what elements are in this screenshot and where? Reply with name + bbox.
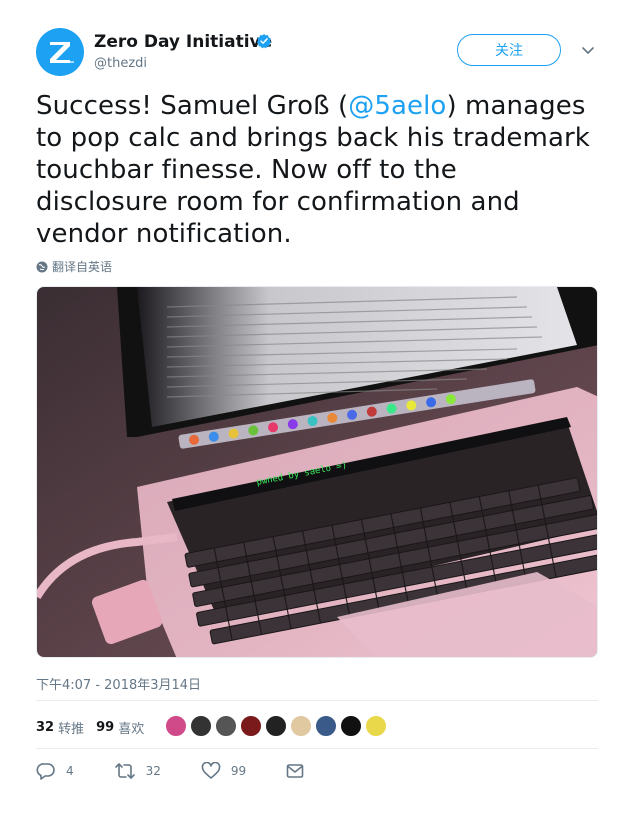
tweet-photo[interactable]: pwned by saelo =) — [36, 286, 598, 658]
chevron-down-icon[interactable] — [580, 42, 596, 58]
tweet-timestamp[interactable]: 下午4:07 - 2018年3月14日 — [36, 674, 201, 693]
translate-label: 翻译自英语 — [52, 260, 113, 274]
follow-button[interactable]: 关注 — [457, 34, 561, 66]
user-handle[interactable]: @thezdi — [94, 56, 147, 71]
liker-avatar[interactable] — [314, 714, 338, 738]
reply-count: 4 — [66, 764, 74, 778]
retweets-count[interactable]: 32 — [36, 720, 54, 735]
liker-avatar[interactable] — [264, 714, 288, 738]
tweet-text-start: Success! Samuel Groß ( — [36, 91, 349, 121]
verified-badge-icon — [256, 34, 272, 49]
liker-avatar[interactable] — [214, 714, 238, 738]
display-name[interactable]: Zero Day Initiative — [94, 32, 272, 52]
mention-link[interactable]: @5aelo — [348, 91, 446, 121]
likes-count[interactable]: 99 — [96, 720, 114, 735]
direct-message-button[interactable] — [286, 763, 314, 779]
retweet-icon — [114, 763, 135, 779]
zdi-logo — [50, 42, 74, 63]
liker-avatar[interactable] — [164, 714, 188, 738]
reply-icon — [36, 763, 55, 780]
tweet-text: Success! Samuel Groß (@5aelo) manages to… — [36, 90, 596, 250]
like-button[interactable]: 99 — [201, 762, 246, 780]
liker-avatar[interactable] — [189, 714, 213, 738]
avatar[interactable] — [36, 28, 84, 76]
liker-avatar[interactable] — [364, 714, 388, 738]
like-icon — [201, 762, 221, 779]
laptop-photo: pwned by saelo =) — [37, 287, 597, 657]
liker-avatar[interactable] — [339, 714, 363, 738]
reply-button[interactable]: 4 — [36, 762, 74, 780]
like-count: 99 — [230, 764, 247, 778]
engagement-stats: 32 转推 99 喜欢 — [36, 718, 144, 737]
message-icon — [286, 764, 304, 778]
retweets-label[interactable]: 转推 — [58, 718, 84, 737]
likes-label[interactable]: 喜欢 — [118, 718, 144, 737]
retweet-button[interactable]: 32 — [114, 762, 161, 780]
retweet-count: 32 — [145, 764, 161, 778]
tweet-actions: 4 32 99 — [36, 762, 354, 780]
likers-avatars — [164, 714, 389, 738]
divider — [36, 748, 598, 749]
globe-icon — [36, 261, 48, 272]
translate-link[interactable]: 翻译自英语 — [36, 258, 112, 275]
divider — [36, 700, 598, 701]
liker-avatar[interactable] — [289, 714, 313, 738]
liker-avatar[interactable] — [239, 714, 263, 738]
